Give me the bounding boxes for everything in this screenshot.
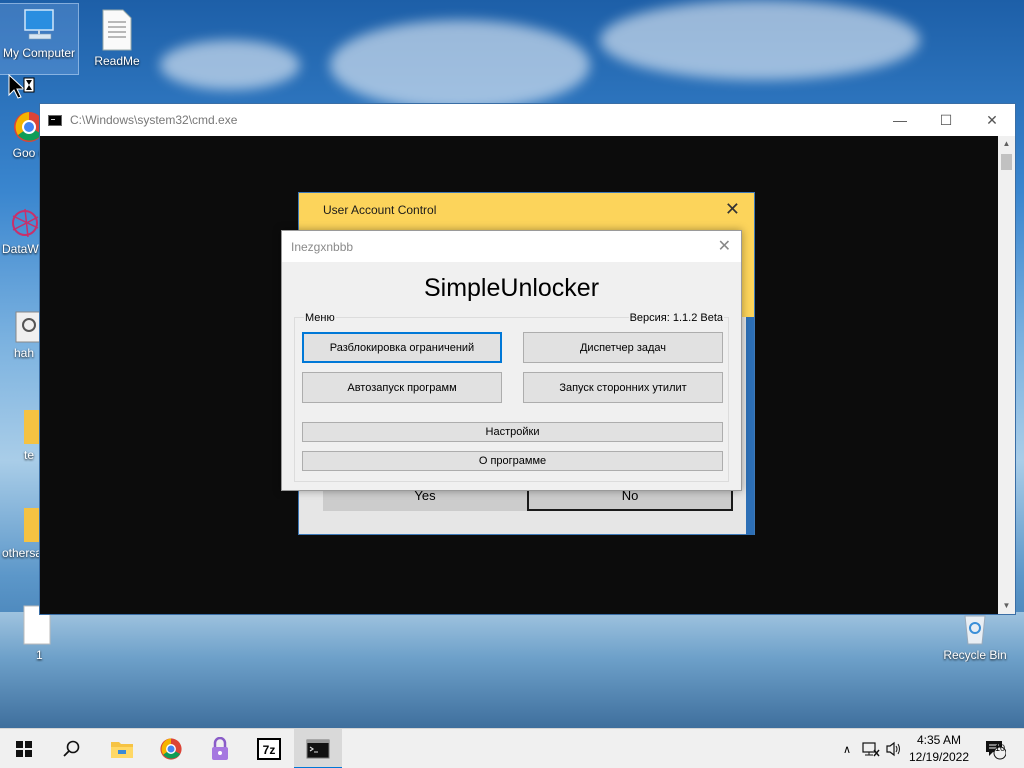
autostart-button[interactable]: Автозапуск программ [302,372,502,403]
scroll-down-icon[interactable]: ▼ [998,598,1015,614]
uac-title: User Account Control [323,203,437,217]
taskbar: 7z ∧ 4:35 AM 12/19/2022 10 [0,728,1024,768]
system-clock[interactable]: 4:35 AM 12/19/2022 [904,732,974,766]
search-button[interactable] [48,729,96,768]
search-icon [63,740,80,757]
taskbar-7zip[interactable]: 7z [245,729,293,768]
simpleunlocker-titlebar[interactable]: Inezgxnbbb ✕ [282,231,741,262]
svg-text:7z: 7z [263,743,276,757]
version-label: Версия: 1.1.2 Beta [628,312,724,324]
about-button[interactable]: О программе [302,451,723,471]
wallpaper-cloud [330,20,590,110]
scroll-up-icon[interactable]: ▲ [998,136,1015,152]
wallpaper-sea [0,612,1024,728]
desktop-icon-my-computer[interactable]: My Computer [0,3,79,75]
cmd-scrollbar[interactable]: ▲ ▼ [998,136,1015,614]
clock-date: 12/19/2022 [908,750,970,764]
wallpaper-cloud [600,0,920,80]
taskbar-file-explorer[interactable] [98,729,146,768]
cmd-icon [306,739,330,759]
volume-icon[interactable] [884,729,904,768]
lock-app-icon [212,737,228,760]
third-party-utilities-button[interactable]: Запуск сторонних утилит [523,372,723,403]
menu-group-label: Меню [304,312,336,324]
wallpaper-cloud [160,40,300,90]
show-hidden-icons-icon[interactable]: ∧ [838,729,856,768]
cmd-titlebar[interactable]: C:\Windows\system32\cmd.exe — ☐ ✕ [40,104,1015,136]
unlock-restrictions-button[interactable]: Разблокировка ограничений [302,332,502,363]
chrome-icon [160,738,182,760]
menu-group: Меню Версия: 1.1.2 Beta Разблокировка ог… [294,312,729,482]
desktop-icon-label: Recycle Bin [943,648,1007,662]
scrollbar-thumb[interactable] [1001,154,1012,170]
app-title: SimpleUnlocker [423,274,600,302]
network-icon[interactable] [860,729,882,768]
desktop-icon-label: 1 [36,648,43,662]
notification-count-badge: 10 [995,743,1006,753]
taskbar-cmd[interactable] [294,729,342,768]
close-button[interactable]: ✕ [718,236,731,256]
desktop-icon-recycle-bin[interactable]: Recycle Bin [935,610,1015,662]
computer-icon [24,9,54,40]
busy-cursor-icon [8,74,35,99]
uac-accent-bar [746,317,754,535]
taskbar-lock-app[interactable] [196,729,244,768]
cmd-title: C:\Windows\system32\cmd.exe [70,113,238,127]
desktop-icon-readme[interactable]: ReadMe [77,8,157,68]
close-button[interactable]: ✕ [969,104,1015,136]
taskbar-chrome[interactable] [147,729,195,768]
desktop-icon-label: ReadMe [94,54,140,68]
settings-button[interactable]: Настройки [302,422,723,442]
text-document-icon [102,9,132,51]
maximize-button[interactable]: ☐ [923,104,969,136]
cmd-icon [48,114,62,126]
file-explorer-icon [111,742,133,758]
7zip-icon: 7z [257,738,281,760]
simpleunlocker-window: Inezgxnbbb ✕ SimpleUnlocker Меню Версия:… [281,230,742,491]
clock-time: 4:35 AM [916,733,962,747]
desktop-icon-label: My Computer [2,46,76,60]
uac-close-button[interactable]: ✕ [725,199,740,220]
app-icon [12,208,39,238]
action-center-button[interactable]: 10 [980,729,1010,768]
start-button[interactable] [0,729,48,768]
windows-logo-icon [16,741,32,757]
minimize-button[interactable]: — [877,104,923,136]
recycle-bin-icon [964,615,986,645]
task-manager-button[interactable]: Диспетчер задач [523,332,723,363]
window-title: Inezgxnbbb [291,239,354,254]
